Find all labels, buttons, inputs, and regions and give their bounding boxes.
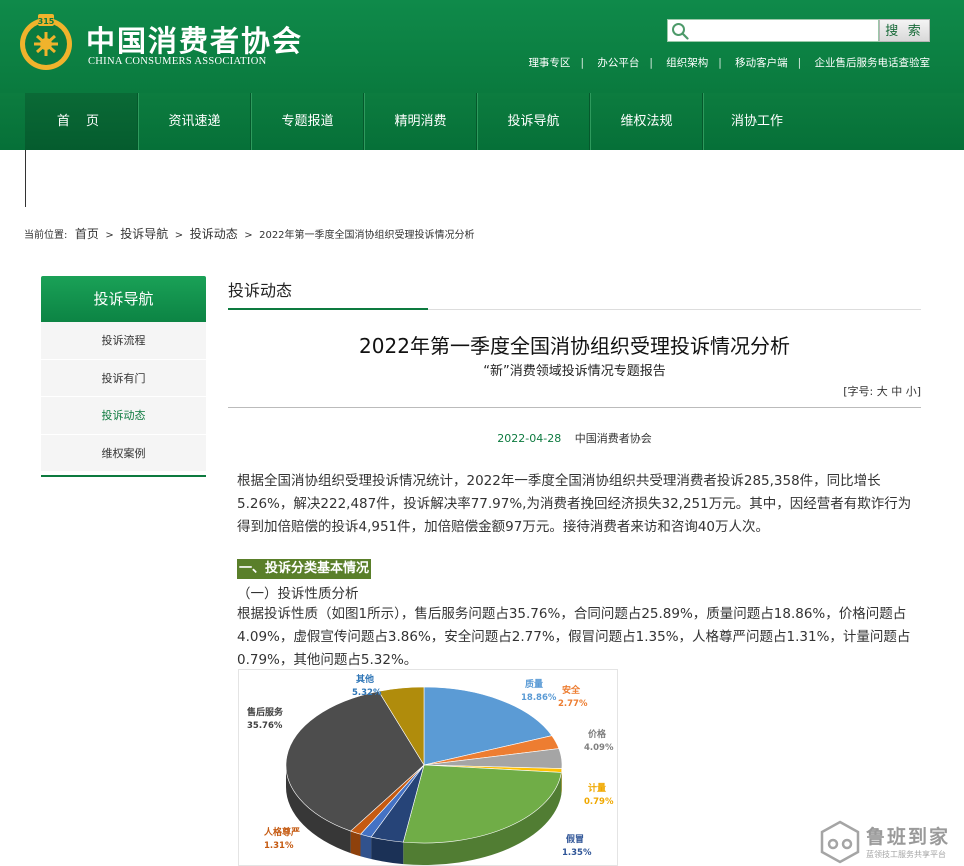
font-size-label: [字号: bbox=[843, 385, 874, 398]
complaint-nature-pie-chart: 质量 18.86% 安全 2.77% 价格 4.09% 计量 0.79% 假冒 1.35% 人格尊严… bbox=[238, 669, 618, 866]
section-rule-accent bbox=[228, 308, 428, 310]
nav-item-association-work[interactable]: 消协工作 bbox=[704, 93, 810, 150]
breadcrumb-complaint-news[interactable]: 投诉动态 bbox=[190, 227, 238, 241]
breadcrumb-current: 2022年第一季度全国消协组织受理投诉情况分析 bbox=[259, 230, 475, 241]
pie-label-质量: 质量 bbox=[525, 678, 543, 690]
sidebar-item-process[interactable]: 投诉流程 bbox=[41, 322, 206, 360]
font-size-medium[interactable]: 中 bbox=[891, 385, 902, 398]
pie-side-人格尊严 bbox=[350, 831, 361, 857]
pie-value-其他: 5.32% bbox=[352, 688, 382, 698]
link-separator: | bbox=[718, 57, 722, 69]
link-org[interactable]: 组织架构 bbox=[666, 57, 708, 69]
nav-item-home[interactable]: 首 页 bbox=[25, 93, 137, 150]
pie-value-人格尊严: 1.31% bbox=[264, 841, 294, 851]
watermark-subtitle: 蓝领技工服务共享平台 bbox=[866, 850, 946, 859]
pie-label-计量: 计量 bbox=[588, 782, 606, 794]
cca-logo-icon[interactable]: 315 bbox=[16, 12, 76, 72]
divider-line bbox=[25, 150, 26, 207]
site-title[interactable]: 中国消费者协会 bbox=[86, 18, 303, 60]
sub-heading: （一）投诉性质分析 bbox=[237, 586, 359, 602]
pie-value-计量: 0.79% bbox=[584, 797, 614, 807]
link-council[interactable]: 理事专区 bbox=[528, 57, 570, 69]
article-paragraph-2: 根据投诉性质（如图1所示），售后服务问题占35.76%，合同问题占25.89%，… bbox=[237, 606, 911, 668]
breadcrumb-separator: > bbox=[174, 230, 184, 241]
search-input[interactable] bbox=[692, 21, 876, 40]
breadcrumb-label: 当前位置: bbox=[24, 230, 68, 241]
article-title: 2022年第一季度全国消协组织受理投诉情况分析 bbox=[359, 334, 790, 358]
breadcrumb: 当前位置: 首页 > 投诉导航 > 投诉动态 > 2022年第一季度全国消协组织… bbox=[24, 225, 475, 242]
pie-label-其他: 其他 bbox=[356, 673, 374, 685]
sidebar-item-news[interactable]: 投诉动态 bbox=[41, 397, 206, 435]
link-separator: | bbox=[580, 57, 584, 69]
font-size-small[interactable]: 小 bbox=[906, 385, 917, 398]
pie-label-价格: 价格 bbox=[588, 728, 607, 740]
nav-item-rights-law[interactable]: 维权法规 bbox=[591, 93, 702, 150]
breadcrumb-separator: > bbox=[244, 230, 253, 241]
pie-label-人格尊严: 人格尊严 bbox=[263, 826, 300, 838]
sidebar-bottom-rule bbox=[41, 475, 206, 477]
section-title: 投诉动态 bbox=[228, 281, 293, 300]
pie-side-假冒 bbox=[360, 834, 372, 860]
article-rule bbox=[228, 407, 921, 408]
top-links: 理事专区 | 办公平台 | 组织架构 | 移动客户端 | 企业售后服务电话查验室 bbox=[528, 55, 930, 70]
nav-item-news[interactable]: 资讯速递 bbox=[139, 93, 250, 150]
sidebar-item-cases[interactable]: 维权案例 bbox=[41, 434, 206, 472]
link-separator: | bbox=[649, 57, 653, 69]
article-date: 2022-04-28 bbox=[497, 432, 562, 445]
link-office[interactable]: 办公平台 bbox=[597, 57, 639, 69]
article-subtitle: “新”消费领域投诉情况专题报告 bbox=[483, 364, 666, 379]
font-size-close: ] bbox=[916, 385, 921, 398]
luban-logo-icon bbox=[820, 820, 860, 864]
search-box bbox=[667, 19, 879, 42]
search-button[interactable]: 搜 索 bbox=[879, 19, 930, 42]
breadcrumb-separator: > bbox=[105, 230, 114, 241]
pie-label-安全: 安全 bbox=[562, 684, 581, 696]
font-size-control: [字号: 大 中 小] bbox=[843, 383, 921, 399]
pie-slice-合同 bbox=[402, 764, 562, 844]
search-icon bbox=[672, 23, 689, 40]
nav-item-complaint-guide[interactable]: 投诉导航 bbox=[478, 93, 589, 150]
site-header: 315 中国消费者协会 CHINA CONSUMERS ASSOCIATION … bbox=[0, 0, 964, 93]
article-source: 中国消费者协会 bbox=[574, 432, 652, 445]
pie-value-安全: 2.77% bbox=[558, 699, 588, 709]
nav-item-smart-consumption[interactable]: 精明消费 bbox=[365, 93, 476, 150]
sidebar-title: 投诉导航 bbox=[41, 276, 206, 322]
pie-value-假冒: 1.35% bbox=[562, 848, 592, 858]
breadcrumb-home[interactable]: 首页 bbox=[75, 227, 99, 241]
pie-chart-svg: 质量 18.86% 安全 2.77% 价格 4.09% 计量 0.79% 假冒 1.35% 人格尊严… bbox=[246, 673, 614, 865]
pie-value-质量: 18.86% bbox=[521, 693, 557, 703]
article-meta: 2022-04-28 中国消费者协会 bbox=[228, 430, 921, 446]
pie-top bbox=[285, 686, 563, 844]
article-paragraph-1: 根据全国消协组织受理投诉情况统计，2022年一季度全国消协组织共受理消费者投诉2… bbox=[237, 473, 912, 535]
svg-text:315: 315 bbox=[38, 17, 55, 26]
pie-label-售后服务: 售后服务 bbox=[246, 706, 284, 718]
sidebar-item-channels[interactable]: 投诉有门 bbox=[41, 359, 206, 397]
pie-label-假冒: 假冒 bbox=[566, 833, 584, 845]
nav-item-features[interactable]: 专题报道 bbox=[252, 93, 363, 150]
sidebar-list: 投诉流程 投诉有门 投诉动态 维权案例 bbox=[41, 322, 206, 472]
link-aftersales[interactable]: 企业售后服务电话查验室 bbox=[815, 57, 931, 69]
link-separator: | bbox=[797, 57, 802, 69]
section-heading: 一、投诉分类基本情况 bbox=[237, 559, 372, 579]
pie-value-价格: 4.09% bbox=[584, 743, 614, 753]
watermark-title: 鲁班到家 bbox=[866, 826, 951, 848]
pie-value-售后服务: 35.76% bbox=[247, 721, 283, 731]
link-mobile[interactable]: 移动客户端 bbox=[735, 57, 788, 69]
main-nav: 首 页 资讯速递 专题报道 精明消费 投诉导航 维权法规 消协工作 bbox=[0, 93, 964, 150]
site-subtitle: CHINA CONSUMERS ASSOCIATION bbox=[88, 56, 267, 67]
watermark: 鲁班到家 蓝领技工服务共享平台 bbox=[818, 820, 964, 866]
font-size-large[interactable]: 大 bbox=[877, 385, 888, 398]
breadcrumb-complaint-guide[interactable]: 投诉导航 bbox=[120, 227, 168, 241]
